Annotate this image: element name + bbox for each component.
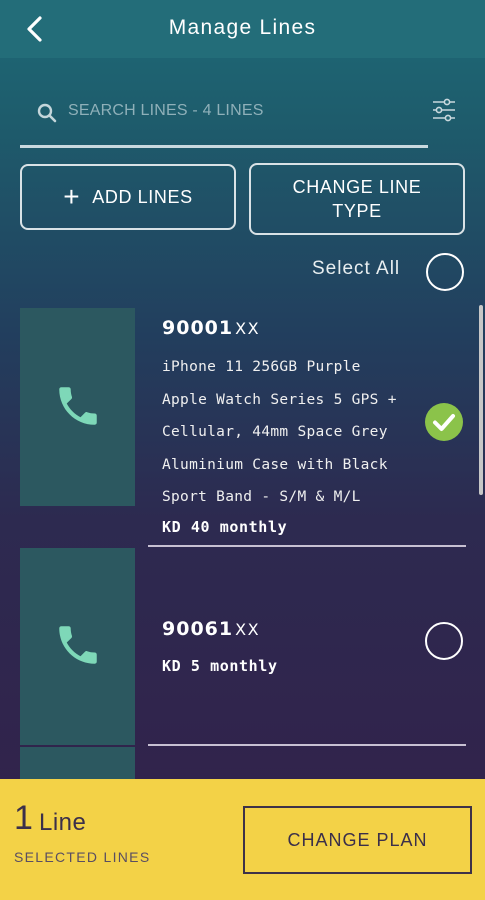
selected-lines-label: SELECTED LINES: [14, 849, 151, 865]
line-number: 90061 XX: [162, 618, 260, 640]
line-number-digits: 90001: [162, 317, 234, 339]
select-all-checkbox[interactable]: [426, 253, 464, 291]
search-icon: [37, 103, 57, 123]
line-price: KD 40 monthly: [162, 518, 288, 536]
search-input[interactable]: SEARCH LINES - 4 LINES: [20, 86, 428, 148]
plus-icon: +: [63, 181, 81, 212]
line-number-digits: 90061: [162, 618, 234, 640]
add-lines-label: ADD LINES: [92, 186, 193, 207]
line-select-checkbox[interactable]: [425, 622, 463, 660]
select-all-label: Select All: [312, 258, 401, 279]
line-thumbnail: [20, 308, 135, 506]
search-placeholder: SEARCH LINES - 4 LINES: [68, 102, 264, 119]
line-selected-checkbox[interactable]: [425, 403, 463, 441]
selected-count-unit: Line: [39, 809, 87, 836]
line-device-item: iPhone 11 256GB Purple: [162, 359, 361, 375]
page-title: Manage Lines: [168, 16, 317, 39]
line-number-mask: XX: [235, 319, 261, 338]
line-number: 90001 XX: [162, 317, 260, 339]
change-line-type-button[interactable]: CHANGE LINE TYPE: [249, 163, 465, 235]
sliders-icon[interactable]: [430, 96, 458, 124]
line-thumbnail: [20, 548, 135, 745]
line-device-item: Sport Band - S/M & M/L: [162, 489, 361, 505]
line-number-mask: XX: [235, 620, 261, 639]
change-plan-button[interactable]: CHANGE PLAN: [243, 806, 472, 874]
phone-icon: [59, 387, 97, 425]
line-divider: [148, 545, 466, 547]
change-line-type-label: CHANGE LINE TYPE: [292, 177, 422, 221]
selected-count: 1: [14, 799, 33, 837]
check-icon: [433, 414, 455, 431]
line-device-list: iPhone 11 256GB Purple Apple Watch Serie…: [162, 351, 397, 514]
add-lines-button[interactable]: + ADD LINES: [20, 164, 236, 230]
line-device-item: Aluminium Case with Black: [162, 456, 388, 473]
change-plan-label: CHANGE PLAN: [287, 829, 428, 850]
line-price: KD 5 monthly: [162, 657, 278, 675]
scrollbar[interactable]: [479, 305, 483, 495]
line-divider: [148, 744, 466, 746]
line-device-item: Apple Watch Series 5 GPS +: [162, 391, 397, 408]
phone-icon: [59, 626, 97, 664]
line-device-item: Cellular, 44mm Space Grey: [162, 424, 388, 440]
